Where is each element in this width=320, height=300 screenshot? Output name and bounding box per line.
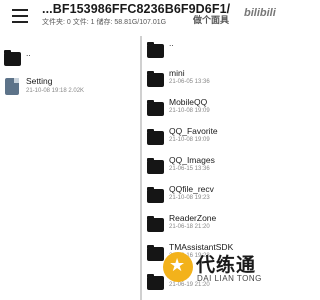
watermark-text: 做个面具 bbox=[193, 15, 230, 25]
list-item-readerzone[interactable]: ReaderZone 21-06-18 21:20 bbox=[143, 210, 284, 240]
list-item-qq-favorite[interactable]: QQ_Favorite 21-10-08 19:09 bbox=[143, 123, 284, 153]
item-meta: 21-10-08 19:23 bbox=[169, 195, 210, 201]
item-name: QQfile_recv bbox=[169, 184, 214, 194]
bilibili-watermark: bilibili bbox=[244, 7, 276, 19]
folder-icon bbox=[147, 158, 164, 174]
list-item-mini[interactable]: mini 21-06-05 13:36 bbox=[143, 65, 284, 95]
folder-icon bbox=[147, 42, 164, 58]
watermark-logo: 代练通 DAI LIAN TONG bbox=[163, 252, 284, 300]
item-name: .. bbox=[169, 38, 174, 48]
folder-icon bbox=[147, 187, 164, 203]
logo-text: 代练通 bbox=[196, 255, 257, 276]
item-name: mini bbox=[169, 68, 185, 78]
item-name: QQ_Images bbox=[169, 155, 215, 165]
pane-divider[interactable] bbox=[140, 36, 142, 300]
list-item-qqfile-recv[interactable]: QQfile_recv 21-10-08 19:23 bbox=[143, 181, 284, 211]
menu-icon[interactable] bbox=[12, 9, 28, 23]
item-name: ReaderZone bbox=[169, 213, 217, 223]
list-item-parent-dir[interactable]: .. bbox=[143, 36, 284, 66]
list-item-parent-dir[interactable]: .. bbox=[0, 46, 140, 76]
item-meta: 21-10-08 19:18 2.02K bbox=[26, 88, 85, 94]
list-item-setting[interactable]: Setting 21-10-08 19:18 2.02K bbox=[0, 73, 140, 103]
folder-icon bbox=[147, 100, 164, 116]
item-name: MobileQQ bbox=[169, 97, 208, 107]
list-item-qq-images[interactable]: QQ_Images 21-06-15 13:36 bbox=[143, 152, 284, 182]
list-item-mobileqq[interactable]: MobileQQ 21-10-08 19:09 bbox=[143, 94, 284, 124]
logo-icon bbox=[163, 252, 193, 282]
item-name: QQ_Favorite bbox=[169, 126, 218, 136]
folder-icon bbox=[147, 129, 164, 145]
item-meta: 21-10-08 19:09 bbox=[169, 137, 210, 143]
item-meta: 21-06-05 13:36 bbox=[169, 79, 210, 85]
item-name: .. bbox=[26, 48, 31, 58]
folder-icon bbox=[147, 216, 164, 232]
folder-icon bbox=[147, 245, 164, 261]
logo-subtext: DAI LIAN TONG bbox=[197, 274, 262, 283]
app-toolbar: ...BF153986FFC8236B6F9D6F1/ 文件夹: 0 文件: 1… bbox=[0, 0, 284, 36]
item-meta: 21-10-08 19:09 bbox=[169, 108, 210, 114]
folder-icon bbox=[147, 71, 164, 87]
storage-summary: 文件夹: 0 文件: 1 储存: 58.81G/107.01G bbox=[42, 19, 167, 26]
left-file-pane: .. Setting 21-10-08 19:18 2.02K bbox=[0, 36, 140, 300]
file-icon bbox=[5, 78, 19, 95]
folder-icon bbox=[147, 274, 164, 290]
item-meta: 21-06-15 13:36 bbox=[169, 166, 210, 172]
folder-icon bbox=[4, 50, 21, 66]
item-meta: 21-06-18 21:20 bbox=[169, 224, 210, 230]
item-name: Setting bbox=[26, 76, 53, 86]
